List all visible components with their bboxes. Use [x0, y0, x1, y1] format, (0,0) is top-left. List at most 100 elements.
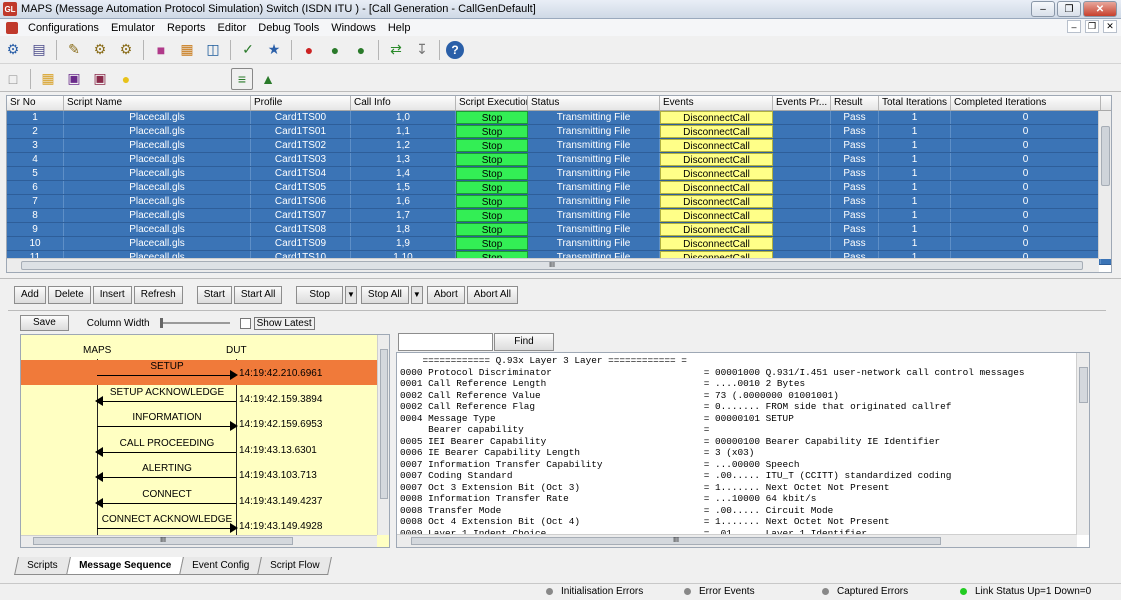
capture-icon[interactable]: ●	[324, 39, 346, 61]
cell-exec[interactable]: Stop	[456, 167, 528, 180]
grid-horizontal-scrollbar[interactable]: III	[7, 258, 1099, 272]
cell-exec[interactable]: Stop	[456, 181, 528, 194]
sequence-message[interactable]: SETUP 14:19:42.210.6961	[21, 360, 377, 385]
stop-record-icon[interactable]: ●	[298, 39, 320, 61]
cell-exec[interactable]: Stop	[456, 237, 528, 250]
open-folder-icon[interactable]: ▦	[37, 68, 59, 90]
cell-exec[interactable]: Stop	[456, 125, 528, 138]
column-header[interactable]: Profile	[251, 96, 351, 110]
tab-script-flow[interactable]: Script Flow	[257, 557, 333, 575]
refresh-button[interactable]: Refresh	[133, 285, 183, 304]
sequence-message[interactable]: CONNECT 14:19:43.149.4237	[21, 488, 377, 513]
sequence-message[interactable]: SETUP ACKNOWLEDGE 14:19:42.159.3894	[21, 386, 377, 411]
cell-exec[interactable]: Stop	[456, 209, 528, 222]
menu-debug-tools[interactable]: Debug Tools	[252, 22, 325, 34]
table-row[interactable]: 4 Placecall.gls Card1TS03 1,3 Stop Transmitti…	[7, 153, 1111, 167]
maximize-button[interactable]: ❐	[1057, 1, 1081, 17]
script-settings-icon[interactable]: ⚙	[115, 39, 137, 61]
tab-scripts[interactable]: Scripts	[14, 557, 71, 575]
column-header[interactable]: Status	[528, 96, 660, 110]
captured-errors-status[interactable]: Captured Errors	[822, 586, 908, 597]
sequence-message[interactable]: INFORMATION 14:19:42.159.6953	[21, 411, 377, 436]
column-header[interactable]: Completed Iterations	[951, 96, 1101, 110]
configuration-gear-icon[interactable]: ⚙	[2, 39, 24, 61]
start-all-button[interactable]: Start All	[233, 285, 283, 304]
table-row[interactable]: 9 Placecall.gls Card1TS08 1,8 Stop Transmitti…	[7, 223, 1111, 237]
column-header[interactable]: Script Name	[64, 96, 251, 110]
column-header[interactable]: Events Pr...	[773, 96, 831, 110]
table-row[interactable]: 7 Placecall.gls Card1TS06 1,6 Stop Transmitti…	[7, 195, 1111, 209]
tab-message-sequence[interactable]: Message Sequence	[65, 557, 184, 575]
view-list-icon[interactable]: ≡	[231, 67, 253, 90]
profile-icon[interactable]: ■	[150, 39, 172, 61]
table-row[interactable]: 8 Placecall.gls Card1TS07 1,7 Stop Transmitti…	[7, 209, 1111, 223]
cell-exec[interactable]: Stop	[456, 139, 528, 152]
cell-exec[interactable]: Stop	[456, 111, 528, 124]
init-errors-status[interactable]: Initialisation Errors	[546, 586, 643, 597]
stop-all-dropdown-icon[interactable]: ▼	[410, 285, 423, 304]
menu-emulator[interactable]: Emulator	[105, 22, 161, 34]
database-icon[interactable]: ◫	[202, 39, 224, 61]
column-header[interactable]: Total Iterations	[879, 96, 951, 110]
book-icon[interactable]: ▤	[28, 39, 50, 61]
table-row[interactable]: 1 Placecall.gls Card1TS00 1,0 Stop Transmitti…	[7, 111, 1111, 125]
menu-windows[interactable]: Windows	[325, 22, 382, 34]
column-header[interactable]: Call Info	[351, 96, 456, 110]
sequence-message[interactable]: CALL PROCEEDING 14:19:43.13.6301	[21, 437, 377, 462]
new-file-icon[interactable]: □	[2, 68, 24, 90]
sequence-vertical-scrollbar[interactable]	[377, 335, 389, 535]
pause-capture-icon[interactable]: ●	[350, 39, 372, 61]
menu-help[interactable]: Help	[382, 22, 417, 34]
menu-configurations[interactable]: Configurations	[22, 22, 105, 34]
abort-all-button[interactable]: Abort All	[466, 285, 518, 304]
mdi-close-button[interactable]: ✕	[1103, 20, 1117, 33]
sync-icon[interactable]: ⇄	[385, 39, 407, 61]
column-header[interactable]: Events	[660, 96, 773, 110]
help-icon[interactable]: ?	[446, 40, 464, 59]
table-row[interactable]: 3 Placecall.gls Card1TS02 1,2 Stop Transmitti…	[7, 139, 1111, 153]
cell-exec[interactable]: Stop	[456, 153, 528, 166]
lightbulb-icon[interactable]: ●	[115, 68, 137, 90]
script-edit-icon[interactable]: ✎	[63, 39, 85, 61]
table-row[interactable]: 10 Placecall.gls Card1TS09 1,9 Stop Transmitt…	[7, 237, 1111, 251]
table-row[interactable]: 6 Placecall.gls Card1TS05 1,5 Stop Transmitti…	[7, 181, 1111, 195]
menu-reports[interactable]: Reports	[161, 22, 212, 34]
table-row[interactable]: 2 Placecall.gls Card1TS01 1,1 Stop Transmitti…	[7, 125, 1111, 139]
stop-all-button[interactable]: Stop All	[360, 285, 409, 304]
start-button[interactable]: Start	[196, 285, 232, 304]
tab-event-config[interactable]: Event Config	[178, 557, 263, 575]
add-button[interactable]: Add	[14, 285, 46, 304]
find-button[interactable]: Find	[494, 333, 554, 351]
save-button[interactable]: Save	[20, 315, 69, 331]
save-icon[interactable]: ▣	[63, 68, 85, 90]
check-script-icon[interactable]: ✓	[237, 39, 259, 61]
mdi-restore-button[interactable]: ❐	[1085, 20, 1099, 33]
view-tree-icon[interactable]: ▲	[257, 68, 279, 90]
insert-button[interactable]: Insert	[92, 285, 132, 304]
close-button[interactable]: ✕	[1083, 1, 1117, 17]
error-events-status[interactable]: Error Events	[684, 586, 755, 597]
column-header[interactable]: Sr No	[7, 96, 64, 110]
cell-exec[interactable]: Stop	[456, 223, 528, 236]
sequence-horizontal-scrollbar[interactable]: III	[21, 535, 377, 547]
grid-vertical-scrollbar[interactable]	[1098, 111, 1111, 259]
download-icon[interactable]: ↧	[411, 39, 433, 61]
cell-exec[interactable]: Stop	[456, 195, 528, 208]
abort-button[interactable]: Abort	[426, 285, 465, 304]
column-header[interactable]: Script Execution	[456, 96, 528, 110]
document-icon[interactable]	[6, 21, 18, 34]
show-latest-checkbox[interactable]	[239, 317, 251, 329]
delete-button[interactable]: Delete	[47, 285, 91, 304]
column-width-slider[interactable]	[159, 318, 230, 328]
column-header[interactable]: Result	[831, 96, 879, 110]
save-as-icon[interactable]: ▣	[89, 68, 111, 90]
minimize-button[interactable]: –	[1031, 1, 1055, 17]
table-row[interactable]: 5 Placecall.gls Card1TS04 1,4 Stop Transmitti…	[7, 167, 1111, 181]
sequence-message[interactable]: ALERTING 14:19:43.103.713	[21, 462, 377, 487]
stop-dropdown-icon[interactable]: ▼	[344, 285, 357, 304]
network-icon[interactable]: ★	[263, 39, 285, 61]
stop-button[interactable]: Stop	[296, 285, 343, 304]
mdi-minimize-button[interactable]: –	[1067, 20, 1081, 33]
menu-editor[interactable]: Editor	[212, 22, 253, 34]
script-run-icon[interactable]: ⚙	[89, 39, 111, 61]
